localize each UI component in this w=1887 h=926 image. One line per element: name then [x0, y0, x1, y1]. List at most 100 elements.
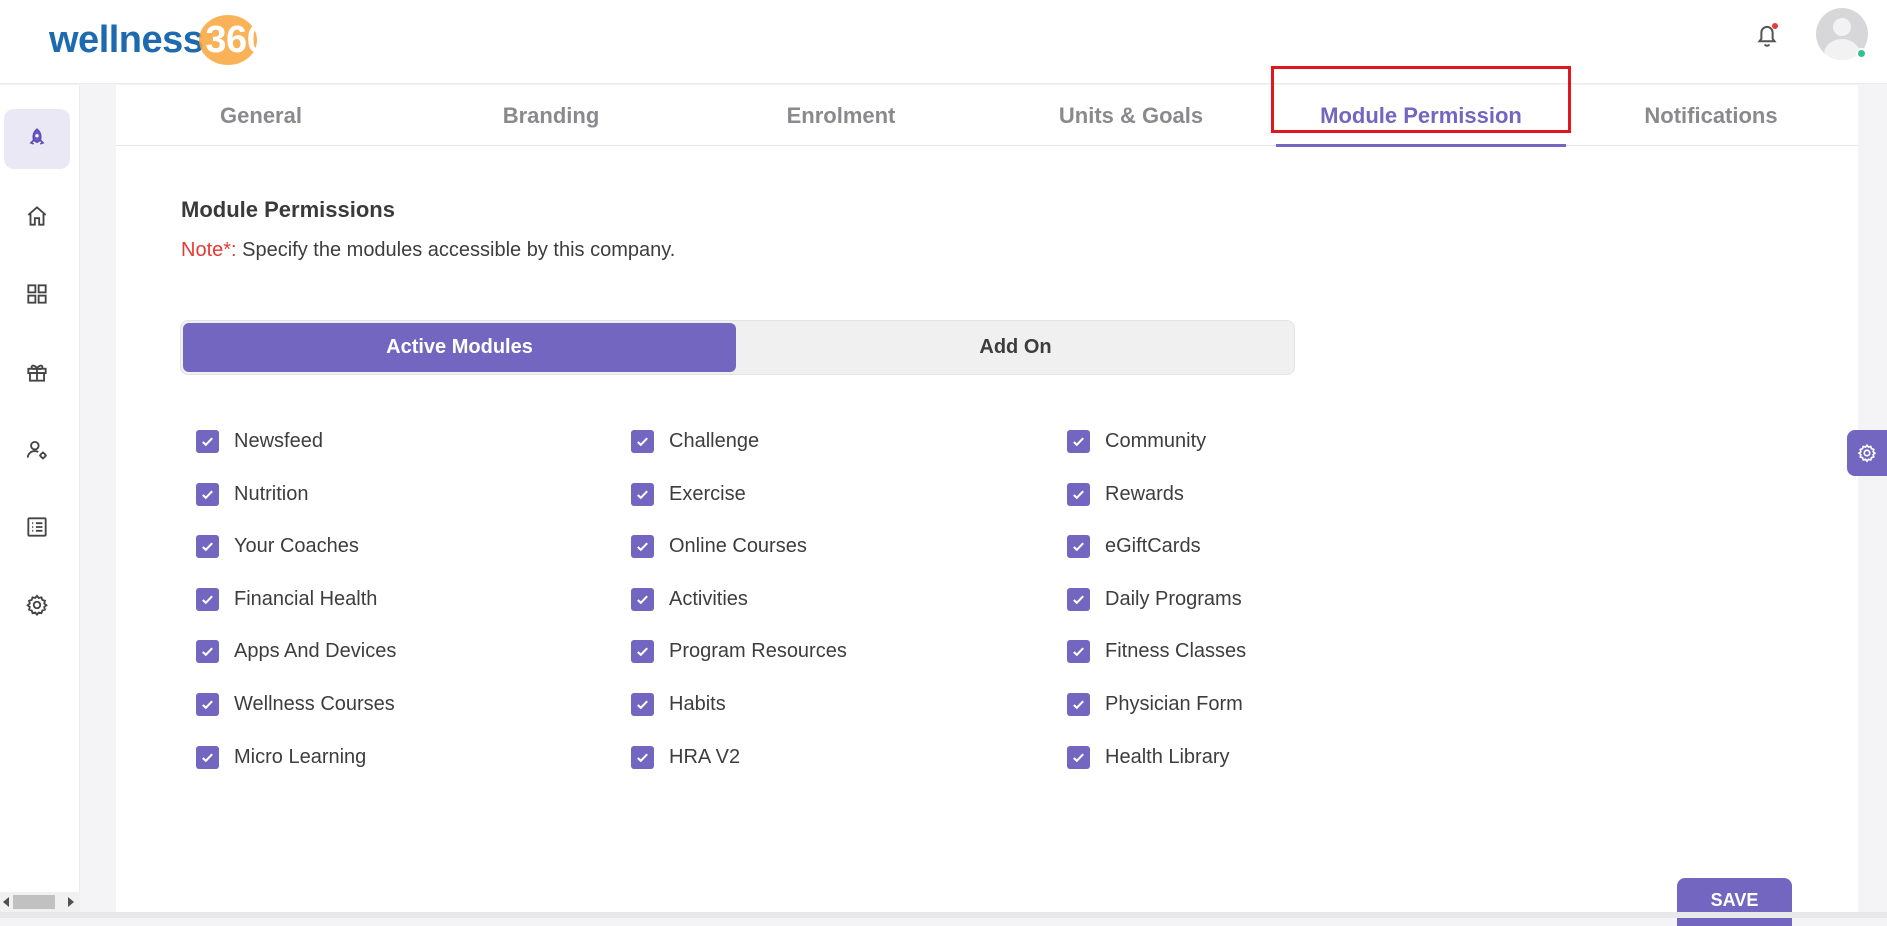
module-label[interactable]: Physician Form: [1105, 693, 1243, 716]
active-modules-button[interactable]: Active Modules: [183, 323, 736, 372]
module-checkbox[interactable]: [631, 692, 654, 716]
tab-units-goals[interactable]: Units & Goals: [986, 85, 1276, 146]
module-label[interactable]: Wellness Courses: [234, 693, 395, 716]
wellness360-logo[interactable]: wellness 360: [49, 14, 268, 66]
module-label[interactable]: eGiftCards: [1105, 535, 1201, 558]
module-checkbox[interactable]: [1067, 587, 1090, 611]
module-label[interactable]: Newsfeed: [234, 430, 323, 453]
tab-bar: General Branding Enrolment Units & Goals…: [116, 66, 1858, 147]
module-checkbox[interactable]: [631, 745, 654, 769]
module-checkbox[interactable]: [196, 534, 219, 558]
module-label[interactable]: Challenge: [669, 430, 759, 453]
module-checkbox[interactable]: [196, 745, 219, 769]
section-title: Module Permissions: [181, 197, 395, 222]
top-bar: wellness 360: [0, 0, 1887, 84]
gear-icon: [1857, 443, 1877, 463]
scroll-right-arrow[interactable]: [68, 897, 74, 907]
avatar-body: [1824, 39, 1860, 60]
module-item: HRA V2: [631, 742, 740, 772]
checkmark-icon: [202, 753, 213, 762]
module-checkbox[interactable]: [1067, 745, 1090, 769]
bottom-border: [0, 912, 1887, 918]
note-text: Specify the modules accessible by this c…: [236, 239, 676, 261]
sidebar-item-dashboard[interactable]: [4, 264, 70, 324]
module-item: Habits: [631, 689, 726, 719]
module-checkbox[interactable]: [631, 587, 654, 611]
module-checkbox[interactable]: [1067, 534, 1090, 558]
module-item: Financial Health: [196, 584, 377, 614]
module-label[interactable]: Online Courses: [669, 535, 807, 558]
sidebar-item-settings[interactable]: [4, 575, 70, 635]
module-item: Newsfeed: [196, 426, 323, 456]
module-item: Community: [1067, 426, 1206, 456]
module-checkbox[interactable]: [1067, 692, 1090, 716]
module-checkbox[interactable]: [631, 639, 654, 663]
horizontal-scrollbar[interactable]: [0, 892, 80, 912]
module-label[interactable]: Fitness Classes: [1105, 640, 1246, 663]
module-checkbox[interactable]: [631, 534, 654, 558]
module-label[interactable]: HRA V2: [669, 746, 740, 769]
tab-general[interactable]: General: [116, 85, 406, 146]
module-checkbox[interactable]: [196, 692, 219, 716]
module-checkbox[interactable]: [1067, 639, 1090, 663]
module-label[interactable]: Activities: [669, 588, 748, 611]
module-checkbox[interactable]: [1067, 482, 1090, 506]
module-item: Fitness Classes: [1067, 636, 1246, 666]
checkmark-icon: [637, 647, 648, 656]
user-gear-icon: [26, 440, 47, 460]
module-item: Wellness Courses: [196, 689, 395, 719]
module-checkbox[interactable]: [196, 429, 219, 453]
tab-notifications[interactable]: Notifications: [1566, 85, 1856, 146]
module-label[interactable]: Habits: [669, 693, 726, 716]
checkmark-icon: [1073, 490, 1084, 499]
tab-branding[interactable]: Branding: [406, 85, 696, 146]
module-checkbox[interactable]: [631, 482, 654, 506]
module-label[interactable]: Your Coaches: [234, 535, 359, 558]
sidebar: [0, 85, 80, 918]
tab-enrolment[interactable]: Enrolment: [696, 85, 986, 146]
module-type-toggle: Active Modules Add On: [180, 320, 1295, 375]
sidebar-item-home[interactable]: [4, 186, 70, 246]
module-label[interactable]: Community: [1105, 430, 1206, 453]
module-item: Activities: [631, 584, 748, 614]
module-item: Online Courses: [631, 531, 807, 561]
list-icon: [27, 517, 47, 537]
home-icon: [27, 206, 47, 226]
module-label[interactable]: Exercise: [669, 483, 746, 506]
module-label[interactable]: Nutrition: [234, 483, 308, 506]
module-label[interactable]: Micro Learning: [234, 746, 366, 769]
module-checkbox[interactable]: [196, 639, 219, 663]
floating-settings-button[interactable]: [1847, 430, 1887, 476]
module-item: Exercise: [631, 479, 746, 509]
module-label[interactable]: Apps And Devices: [234, 640, 396, 663]
module-label[interactable]: Financial Health: [234, 588, 377, 611]
module-label[interactable]: Rewards: [1105, 483, 1184, 506]
module-item: Physician Form: [1067, 689, 1243, 719]
add-on-button[interactable]: Add On: [739, 323, 1292, 372]
logo-number: 360: [199, 14, 268, 65]
avatar-head: [1833, 18, 1851, 36]
bell-icon[interactable]: [1752, 20, 1782, 50]
module-label[interactable]: Health Library: [1105, 746, 1230, 769]
module-checkbox[interactable]: [1067, 429, 1090, 453]
module-item: Health Library: [1067, 742, 1230, 772]
tab-module-permission[interactable]: Module Permission: [1276, 85, 1566, 147]
checkmark-icon: [202, 490, 213, 499]
sidebar-item-rocket[interactable]: [4, 109, 70, 169]
sidebar-item-rewards[interactable]: [4, 342, 70, 402]
sidebar-item-list[interactable]: [4, 497, 70, 557]
note-prefix: Note*:: [181, 239, 237, 261]
sidebar-item-user-settings[interactable]: [4, 420, 70, 480]
module-item: Apps And Devices: [196, 636, 396, 666]
scroll-left-arrow[interactable]: [3, 897, 9, 907]
scroll-thumb[interactable]: [13, 895, 55, 909]
checkmark-icon: [1073, 753, 1084, 762]
module-checkbox[interactable]: [196, 587, 219, 611]
module-checkbox[interactable]: [631, 429, 654, 453]
module-label[interactable]: Program Resources: [669, 640, 847, 663]
save-button[interactable]: SAVE: [1677, 878, 1792, 926]
checkmark-icon: [637, 753, 648, 762]
module-checkbox[interactable]: [196, 482, 219, 506]
logo-text: wellness: [49, 18, 204, 61]
module-label[interactable]: Daily Programs: [1105, 588, 1242, 611]
